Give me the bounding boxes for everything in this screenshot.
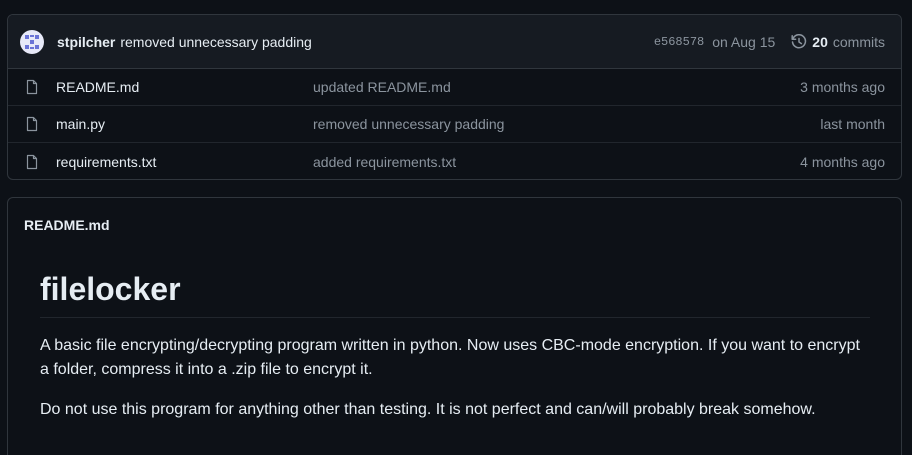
file-name-link[interactable]: requirements.txt (56, 154, 313, 170)
commit-date: on Aug 15 (712, 33, 776, 50)
readme-content: filelocker A basic file encrypting/decry… (8, 270, 901, 422)
file-row[interactable]: requirements.txt added requirements.txt … (8, 143, 901, 179)
commit-author-link[interactable]: stpilcher (57, 34, 115, 50)
commits-label: commits (832, 33, 885, 50)
file-age: last month (820, 116, 885, 132)
readme-filename[interactable]: README.md (8, 198, 901, 252)
commit-sha-link[interactable]: e568578 (654, 35, 704, 49)
file-browser: stpilcher removed unnecessary padding e5… (7, 14, 902, 180)
commit-count: 20 (812, 33, 828, 50)
avatar[interactable] (20, 29, 44, 54)
identicon-icon (25, 34, 39, 49)
readme-paragraph: Do not use this program for anything oth… (40, 401, 816, 418)
history-icon (791, 33, 807, 48)
readme-title: filelocker (40, 270, 870, 318)
file-commit-message-link[interactable]: removed unnecessary padding (313, 116, 820, 132)
file-commit-message-link[interactable]: added requirements.txt (313, 154, 800, 170)
commits-history-link[interactable]: 20 commits (791, 34, 885, 50)
file-row[interactable]: README.md updated README.md 3 months ago (8, 69, 901, 106)
file-name-link[interactable]: README.md (56, 79, 313, 95)
file-name-link[interactable]: main.py (56, 116, 313, 132)
file-age: 3 months ago (800, 79, 885, 95)
readme-panel: README.md filelocker A basic file encryp… (7, 197, 902, 455)
file-icon (26, 154, 38, 169)
file-icon (26, 116, 38, 132)
commit-message-link[interactable]: removed unnecessary padding (120, 34, 311, 50)
file-row[interactable]: main.py removed unnecessary padding last… (8, 106, 901, 143)
latest-commit-bar: stpilcher removed unnecessary padding e5… (8, 15, 901, 69)
file-icon (26, 79, 38, 95)
readme-paragraph: A basic file encrypting/decrypting progr… (40, 337, 860, 378)
file-commit-message-link[interactable]: updated README.md (313, 79, 800, 95)
file-age: 4 months ago (800, 153, 885, 170)
